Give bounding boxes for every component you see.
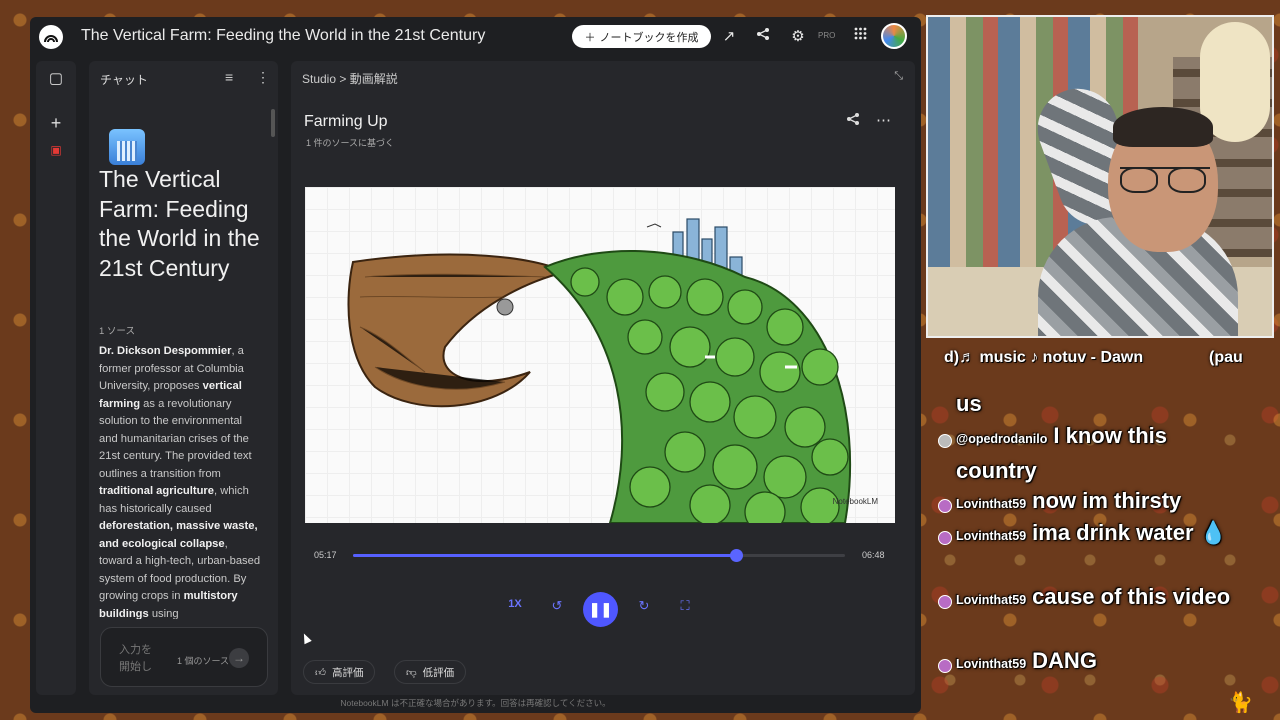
chat-input[interactable]: 入力を開始し 1 個のソース → [100,627,268,687]
chat-text: ima drink water 💧 [1032,520,1228,545]
chat-message: us [956,388,1246,420]
create-notebook-label: ノートブックを作成 [599,31,699,44]
fullscreen-icon[interactable]: ⛶ [673,598,697,614]
summary-bold: Dr. Dickson Despommier [99,345,232,357]
rewind-10-icon[interactable]: ↺ [545,598,569,614]
chat-scrollbar[interactable] [271,109,275,137]
video-subtitle: 1 件のソースに基づく [306,138,395,148]
chat-message: Lovinthat59 now im thirsty [956,485,1246,520]
chat-username: Lovinthat59 [956,593,1027,607]
source-count: 1 ソース [99,326,135,337]
settings-gear-icon[interactable]: ⚙ [788,27,808,45]
like-label: 高評価 [331,666,364,679]
chat-header: チャット [100,73,148,87]
user-badge-icon [938,659,952,673]
chat-message: Lovinthat59 cause of this video [956,581,1246,616]
collapse-icon[interactable]: ⤡ [894,70,903,83]
dislike-button[interactable]: 👎︎ 低評価 [394,660,467,684]
seek-progress [353,554,736,557]
glasses [1120,167,1210,193]
studio-panel: Studio > 動画解説 ⤡ Farming Up 1 件のソースに基づく ⋯ [291,61,915,695]
chat-text: DANG [1032,648,1097,673]
chat-text: now im thirsty [1032,488,1182,513]
disclaimer: NotebookLM は不正確な場合があります。回答は再確認してください。 [340,698,611,708]
notebooklm-logo-icon[interactable] [39,25,63,49]
breadcrumb-current: 動画解説 [349,72,398,86]
stream-chat: us @opedrodanilo I know this country Lovint… [928,378,1246,700]
time-total: 06:48 [862,550,885,560]
cat-icon: 🐈 [1228,692,1253,714]
chat-message: Lovinthat59 ima drink water 💧 [956,517,1246,552]
notebook-summary: Dr. Dickson Despommier, a former profess… [99,343,261,619]
share-icon[interactable] [753,27,773,45]
user-badge-icon [938,531,952,545]
thumb-down-icon: 👎︎ [406,666,417,679]
chat-message: Lovinthat59 DANG [956,645,1246,680]
toggle-sidebar-icon[interactable]: ▢ [46,69,66,87]
streamer-hair [1113,107,1213,147]
more-horiz-icon[interactable]: ⋯ [876,111,891,129]
add-source-icon[interactable]: + [46,113,66,134]
breadcrumb-studio[interactable]: Studio [302,72,336,86]
webcam-feed [926,15,1274,338]
apps-grid-icon[interactable] [850,27,870,44]
summary-text: using [148,607,179,620]
send-arrow-icon[interactable]: → [229,648,249,668]
notebook-heading: The Vertical Farm: Feeding the World in … [99,166,260,281]
playback-speed-button[interactable]: 1X [503,598,527,610]
like-button[interactable]: 👍︎ 高評価 [303,660,376,684]
chat-panel: チャット ≡ ⋮ The Vertical Farm: Feeding the … [89,61,278,695]
chevron-right-icon: > [339,72,347,86]
chat-source-count: 1 個のソース [177,656,230,666]
chat-message: @opedrodanilo I know this country [956,420,1246,487]
tune-icon[interactable]: ≡ [225,69,233,85]
account-avatar[interactable] [881,23,907,49]
summary-bold: deforestation, massive waste, and ecolog… [99,520,258,550]
notebook-title: The Vertical Farm: Feeding the World in … [81,27,486,44]
chat-username: @opedrodanilo [956,432,1048,446]
pro-badge: PRO [818,31,836,40]
now-playing: d)♬ music ♪ notuv - Dawn [944,349,1144,366]
user-badge-icon [938,499,952,513]
chat-text: us [956,391,982,416]
seek-handle[interactable] [729,549,743,562]
notebooklm-window: The Vertical Farm: Feeding the World in … [30,17,921,713]
video-share-icon[interactable] [846,112,860,130]
video-title: Farming Up [304,113,388,130]
thumb-up-icon: 👍︎ [315,666,326,679]
now-playing-tail: (pau [1209,349,1243,366]
pause-button[interactable]: ❚❚ [583,592,618,627]
video-watermark: NotebookLM [832,497,878,506]
top-bar: The Vertical Farm: Feeding the World in … [30,17,921,57]
chat-username: Lovinthat59 [956,657,1027,671]
chat-username: Lovinthat59 [956,529,1027,543]
video-frame-illustration [347,218,852,523]
analytics-icon[interactable]: ↗ [719,27,739,45]
user-badge-icon [938,434,952,448]
chat-input-placeholder: 入力を開始し [119,644,152,673]
notebook-emoji-icon [109,129,145,165]
create-notebook-button[interactable]: ＋ ノートブックを作成 [572,25,711,48]
user-badge-icon [938,595,952,609]
chat-text: cause of this video [1032,584,1231,609]
pdf-source-icon[interactable]: ▣ [46,143,66,157]
breadcrumb: Studio > 動画解説 [302,70,398,87]
summary-bold: traditional agriculture [99,485,214,497]
seek-bar[interactable] [353,549,845,562]
dislike-label: 低評価 [422,666,455,679]
time-current: 05:17 [314,550,337,560]
chat-username: Lovinthat59 [956,497,1027,511]
left-rail: ▢ + ▣ [36,61,76,695]
video-player[interactable]: NotebookLM [305,187,895,523]
more-vert-icon[interactable]: ⋮ [256,69,270,86]
plus-icon: ＋ [584,31,596,44]
forward-10-icon[interactable]: ↻ [632,598,656,614]
